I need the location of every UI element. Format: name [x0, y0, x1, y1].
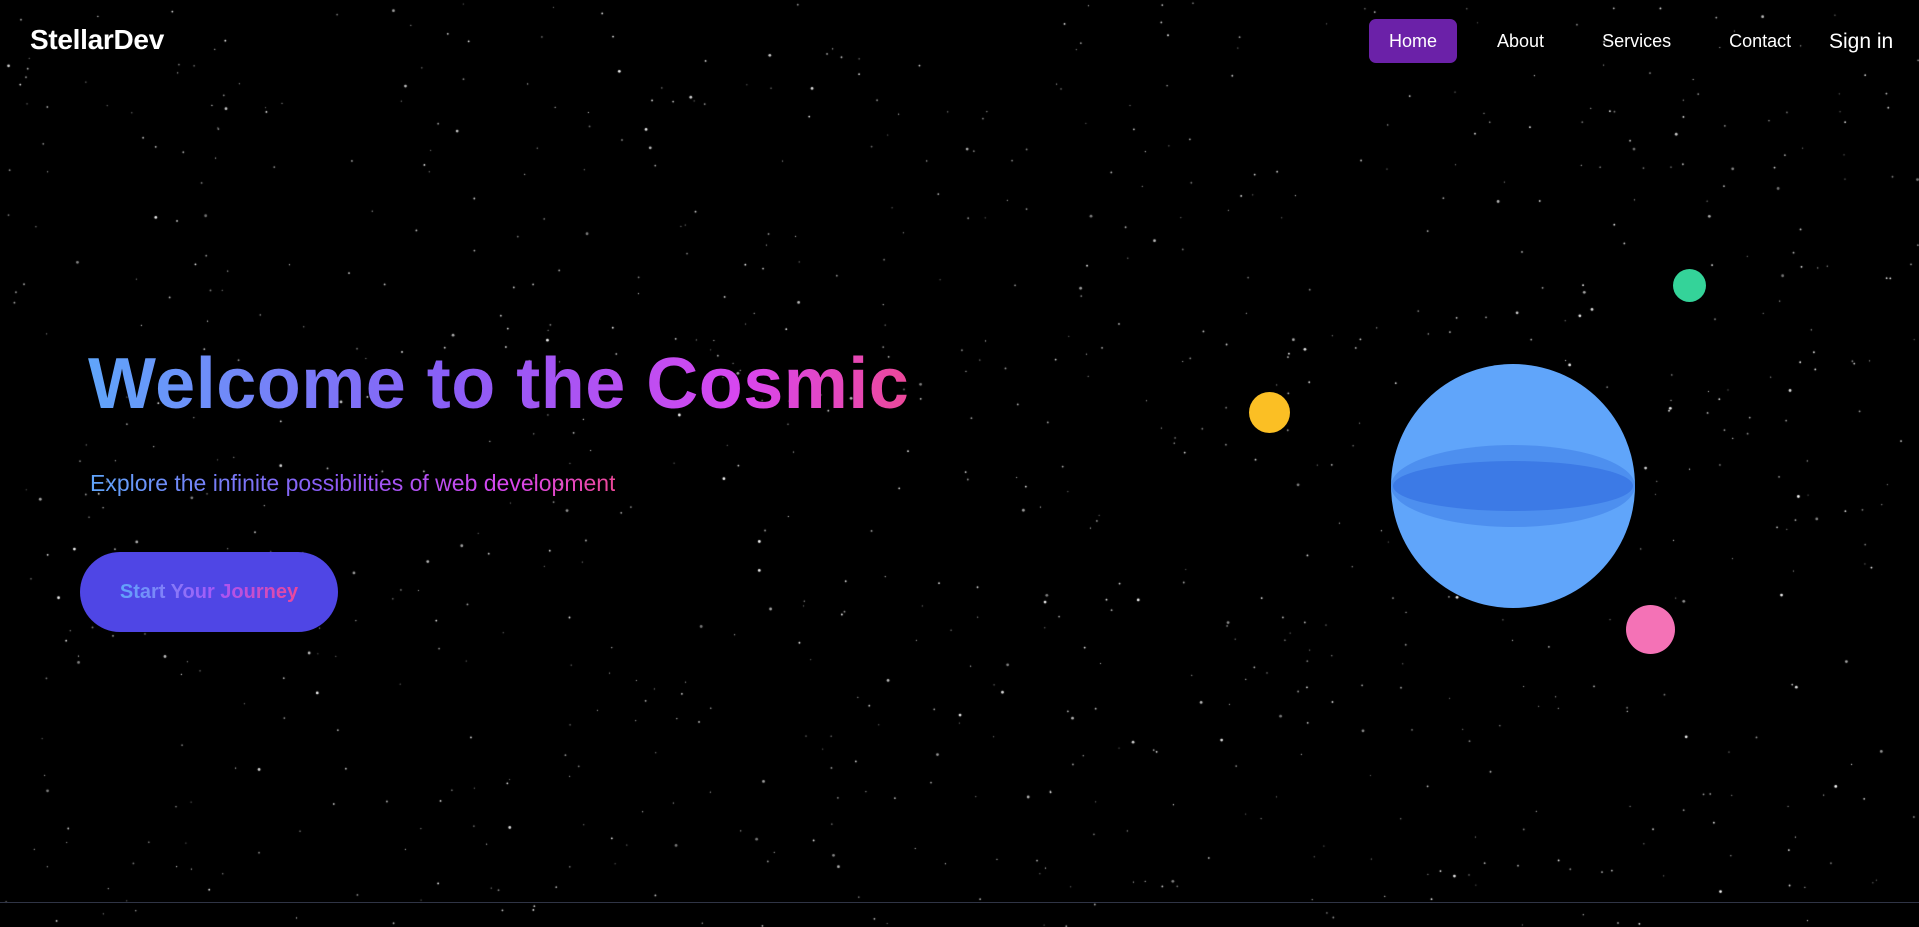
nav-link-about[interactable]: About	[1477, 19, 1564, 63]
planet-illustration	[1391, 364, 1635, 608]
nav-link-services[interactable]: Services	[1582, 19, 1691, 63]
nav-link-home[interactable]: Home	[1369, 19, 1458, 63]
nav-links: Home About Services Contact	[1369, 19, 1811, 63]
hero-subtitle: Explore the infinite possibilities of we…	[90, 470, 616, 496]
sign-in-link[interactable]: Sign in	[1829, 30, 1893, 54]
bottom-divider	[0, 902, 1919, 903]
pink-moon	[1626, 605, 1675, 654]
navbar: StellarDev Home About Services Contact S…	[0, 0, 1919, 84]
hero-title: Welcome to the Cosmic	[88, 344, 910, 424]
yellow-moon	[1249, 392, 1290, 433]
start-journey-button[interactable]: Start Your Journey	[80, 552, 338, 632]
planet-ring-inner	[1393, 461, 1633, 511]
nav-link-contact[interactable]: Contact	[1709, 19, 1811, 63]
green-moon	[1673, 269, 1706, 302]
page: StellarDev Home About Services Contact S…	[0, 0, 1919, 927]
brand-logo[interactable]: StellarDev	[30, 24, 164, 56]
start-journey-label: Start Your Journey	[119, 580, 299, 603]
